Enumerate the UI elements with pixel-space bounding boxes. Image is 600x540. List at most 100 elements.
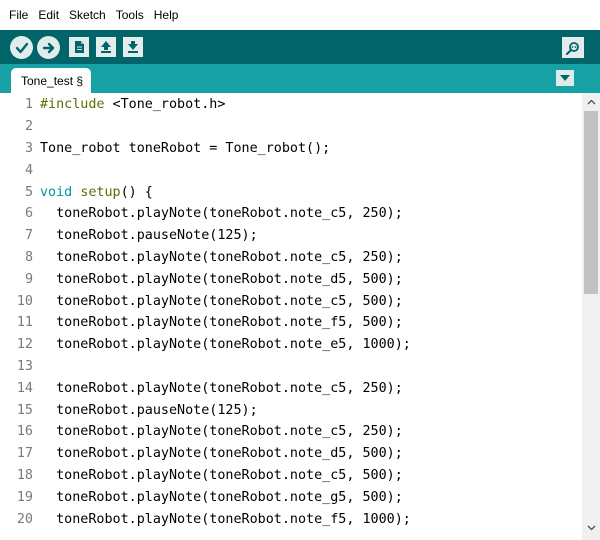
- code-line[interactable]: 2: [0, 116, 582, 138]
- line-number: 13: [16, 358, 33, 374]
- line-number: 14: [16, 380, 33, 396]
- code-token: toneRobot.playNote(toneRobot.note_c5, 25…: [40, 424, 403, 440]
- code-line[interactable]: 16 toneRobot.playNote(toneRobot.note_c5,…: [0, 421, 582, 443]
- line-text[interactable]: Tone_robot toneRobot = Tone_robot();: [40, 141, 330, 156]
- upload-icon: [42, 42, 54, 53]
- line-number: 9: [24, 271, 33, 287]
- code-line[interactable]: 4: [0, 159, 582, 181]
- scroll-up-icon: [587, 99, 595, 104]
- code-line[interactable]: 8 toneRobot.playNote(toneRobot.note_c5, …: [0, 247, 582, 269]
- code-token: toneRobot.playNote(toneRobot.note_f5, 50…: [40, 315, 403, 331]
- code-lines[interactable]: 1 #include <Tone_robot.h> 2 3 Tone_robot ton…: [0, 94, 582, 530]
- menu-file[interactable]: File: [8, 8, 29, 22]
- line-text[interactable]: toneRobot.pauseNote(125);: [40, 228, 258, 243]
- tab-label: Tone_test §: [21, 73, 84, 88]
- line-number: 7: [24, 228, 33, 244]
- line-number: 17: [16, 446, 33, 462]
- code-line[interactable]: 7 toneRobot.pauseNote(125);: [0, 225, 582, 247]
- line-number: 4: [24, 162, 33, 178]
- line-text[interactable]: toneRobot.pauseNote(125);: [40, 403, 258, 418]
- line-number: 6: [24, 206, 33, 222]
- new-sketch-button[interactable]: [69, 37, 89, 57]
- menu-help[interactable]: Help: [153, 8, 180, 22]
- code-line[interactable]: 17 toneRobot.playNote(toneRobot.note_d5,…: [0, 443, 582, 465]
- line-number: 16: [16, 424, 33, 440]
- line-number: 2: [24, 119, 33, 135]
- code-line[interactable]: 15 toneRobot.pauseNote(125);: [0, 399, 582, 421]
- open-sketch-button[interactable]: [96, 37, 116, 57]
- code-line[interactable]: 3 Tone_robot toneRobot = Tone_robot();: [0, 138, 582, 160]
- code-line[interactable]: 13: [0, 356, 582, 378]
- line-number: 15: [16, 402, 33, 418]
- code-token: toneRobot.playNote(toneRobot.note_d5, 50…: [40, 271, 403, 287]
- line-number: 5: [24, 184, 33, 200]
- code-line[interactable]: 6 toneRobot.playNote(toneRobot.note_c5, …: [0, 203, 582, 225]
- save-sketch-button[interactable]: [123, 37, 143, 57]
- code-line[interactable]: 14 toneRobot.playNote(toneRobot.note_c5,…: [0, 377, 582, 399]
- line-text[interactable]: toneRobot.playNote(toneRobot.note_d5, 50…: [40, 272, 403, 287]
- line-text[interactable]: toneRobot.playNote(toneRobot.note_e5, 10…: [40, 337, 411, 352]
- vertical-scrollbar[interactable]: [582, 93, 600, 540]
- new-icon: [75, 41, 84, 53]
- code-token: toneRobot.playNote(toneRobot.note_g5, 50…: [40, 489, 403, 505]
- save-icon: [128, 41, 138, 53]
- menu-edit[interactable]: Edit: [37, 8, 60, 22]
- line-text[interactable]: toneRobot.playNote(toneRobot.note_c5, 25…: [40, 381, 403, 396]
- tab-menu-button[interactable]: [556, 70, 574, 86]
- code-line[interactable]: 1 #include <Tone_robot.h>: [0, 94, 582, 116]
- line-text[interactable]: #include <Tone_robot.h>: [40, 97, 225, 112]
- toolbar: [0, 30, 600, 64]
- scroll-up-button[interactable]: [582, 93, 600, 110]
- code-token: toneRobot.playNote(toneRobot.note_c5, 25…: [40, 380, 403, 396]
- code-token: toneRobot.pauseNote(125);: [40, 402, 258, 418]
- code-token: toneRobot.pauseNote(125);: [40, 228, 258, 244]
- code-line[interactable]: 10 toneRobot.playNote(toneRobot.note_c5,…: [0, 290, 582, 312]
- line-number: 8: [24, 249, 33, 265]
- code-token: toneRobot.playNote(toneRobot.note_c5, 25…: [40, 249, 403, 265]
- code-line[interactable]: 12 toneRobot.playNote(toneRobot.note_e5,…: [0, 334, 582, 356]
- line-text[interactable]: toneRobot.playNote(toneRobot.note_c5, 25…: [40, 250, 403, 265]
- line-number: 12: [16, 337, 33, 353]
- serial-monitor-button[interactable]: [562, 37, 584, 58]
- code-line[interactable]: 5 void setup() {: [0, 181, 582, 203]
- code-line[interactable]: 18 toneRobot.playNote(toneRobot.note_c5,…: [0, 465, 582, 487]
- code-line[interactable]: 11 toneRobot.playNote(toneRobot.note_f5,…: [0, 312, 582, 334]
- line-number: 1: [24, 97, 33, 113]
- tab-tone-test[interactable]: Tone_test §: [11, 68, 91, 93]
- code-token: toneRobot.playNote(toneRobot.note_c5, 50…: [40, 467, 403, 483]
- scroll-down-button[interactable]: [582, 519, 600, 536]
- line-text[interactable]: void setup() {: [40, 185, 153, 200]
- code-token: Tone_robot toneRobot = Tone_robot();: [40, 140, 331, 156]
- serial-monitor-icon: [566, 41, 579, 55]
- scroll-down-icon: [587, 525, 595, 530]
- menu-sketch[interactable]: Sketch: [68, 8, 107, 22]
- line-number: 20: [16, 511, 33, 527]
- line-text[interactable]: toneRobot.playNote(toneRobot.note_g5, 50…: [40, 490, 403, 505]
- code-token: <Tone_robot.h>: [104, 97, 226, 113]
- line-text[interactable]: toneRobot.playNote(toneRobot.note_c5, 25…: [40, 206, 403, 221]
- upload-button[interactable]: [37, 36, 60, 59]
- code-line[interactable]: 19 toneRobot.playNote(toneRobot.note_g5,…: [0, 486, 582, 508]
- code-line[interactable]: 9 toneRobot.playNote(toneRobot.note_d5, …: [0, 268, 582, 290]
- open-icon: [101, 41, 111, 53]
- line-text[interactable]: toneRobot.playNote(toneRobot.note_c5, 50…: [40, 294, 403, 309]
- code-token: toneRobot.playNote(toneRobot.note_d5, 50…: [40, 446, 403, 462]
- code-token: void: [40, 184, 73, 200]
- line-text[interactable]: toneRobot.playNote(toneRobot.note_c5, 50…: [40, 468, 403, 483]
- line-text[interactable]: toneRobot.playNote(toneRobot.note_f5, 10…: [40, 512, 411, 527]
- code-line[interactable]: 20 toneRobot.playNote(toneRobot.note_f5,…: [0, 508, 582, 530]
- code-token: toneRobot.playNote(toneRobot.note_f5, 10…: [40, 511, 411, 527]
- line-text[interactable]: toneRobot.playNote(toneRobot.note_c5, 25…: [40, 424, 403, 439]
- code-token: () {: [120, 184, 153, 200]
- line-text[interactable]: toneRobot.playNote(toneRobot.note_d5, 50…: [40, 446, 403, 461]
- code-token: toneRobot.playNote(toneRobot.note_c5, 50…: [40, 293, 403, 309]
- scroll-thumb[interactable]: [584, 111, 598, 294]
- menu-bar: File Edit Sketch Tools Help: [0, 0, 600, 30]
- code-token: toneRobot.playNote(toneRobot.note_c5, 25…: [40, 206, 403, 222]
- line-text[interactable]: toneRobot.playNote(toneRobot.note_f5, 50…: [40, 315, 403, 330]
- line-number: 10: [16, 293, 33, 309]
- verify-button[interactable]: [10, 36, 33, 59]
- line-number: 19: [16, 489, 33, 505]
- code-editor[interactable]: 1 #include <Tone_robot.h> 2 3 Tone_robot ton…: [0, 93, 600, 540]
- menu-tools[interactable]: Tools: [115, 8, 145, 22]
